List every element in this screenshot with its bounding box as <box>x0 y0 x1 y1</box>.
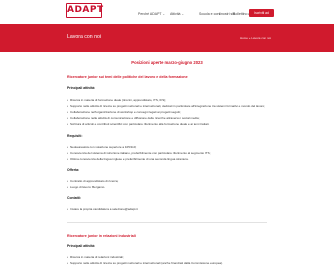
site-header: ADAPT Perché ADAPT⌄ Attività⌄ Scuola e c… <box>0 0 334 24</box>
list-item: Contratto di apprendistato di ricerca; <box>67 179 118 183</box>
section-divider <box>67 222 267 223</box>
list-item: Ricerca in materia di formazione duale (… <box>67 98 166 102</box>
chevron-down-icon: ⌄ <box>162 12 166 16</box>
list-item: Supporto nelle attività di ricerca su pr… <box>67 104 265 108</box>
contact-email-link[interactable]: Inviare la propria candidatura a selezio… <box>67 207 138 211</box>
offer-heading: Offerta: <box>67 168 80 172</box>
list-item: Conoscenza del sistema di istruzione ita… <box>67 151 210 155</box>
breadcrumb: Home » Lavora con noi <box>239 36 271 40</box>
iscriviti-button[interactable]: Iscriviti ad ADAPT <box>249 9 274 23</box>
contacts-heading: Contatti: <box>67 196 81 200</box>
section-title: Posizioni aperte marzo-giugno 2023 <box>131 60 203 65</box>
activities-heading: Principali attività: <box>67 86 96 90</box>
list-item: Collaborazione nelle attività di comunic… <box>67 116 200 120</box>
nav-label: Attività <box>170 12 181 16</box>
list-item: Luogo di lavoro: Bergamo. <box>67 185 105 189</box>
list-item: Ricerca in materia di relazioni industri… <box>67 255 124 259</box>
main-content: Posizioni aperte marzo-giugno 2023 Ricer… <box>67 52 267 266</box>
page-title: Lavora con noi <box>67 34 102 40</box>
page-banner: Lavora con noi Home » Lavora con noi <box>0 24 334 52</box>
nav-item-attivita[interactable]: Attività⌄ <box>170 11 184 17</box>
requirements-heading: Requisiti: <box>67 134 83 138</box>
list-item: Ottima conoscenza della lingua inglese e… <box>67 157 189 161</box>
list-item: Neolaureato/a con votazione superiore a … <box>67 145 136 149</box>
nav-label: Scuola e corsi <box>199 12 221 16</box>
list-item: Scrittura di articoli e contributi scien… <box>67 122 209 126</box>
nav-item-i-nostri-siti[interactable]: I nostri siti <box>219 11 235 17</box>
nav-item-perche-adapt[interactable]: Perché ADAPT⌄ <box>138 11 165 17</box>
nav-label: Perché ADAPT <box>138 12 162 16</box>
adapt-logo[interactable]: ADAPT <box>66 3 104 18</box>
job-title: Ricercatore junior sui temi delle politi… <box>67 75 188 79</box>
nav-label: I nostri siti <box>219 12 235 16</box>
list-item: Collaborazione nell'organizzazione di wo… <box>67 110 181 114</box>
activities-heading: Principali attività: <box>67 244 96 248</box>
job-title: Ricercatore junior in relazioni industri… <box>67 234 136 238</box>
chevron-down-icon: ⌄ <box>181 12 185 16</box>
logo-text: ADAPT <box>67 5 104 15</box>
list-item: Supporto nelle attività di ricerca su pr… <box>67 261 223 265</box>
nav-item-scuola-e-corsi[interactable]: Scuola e corsi <box>199 11 221 17</box>
